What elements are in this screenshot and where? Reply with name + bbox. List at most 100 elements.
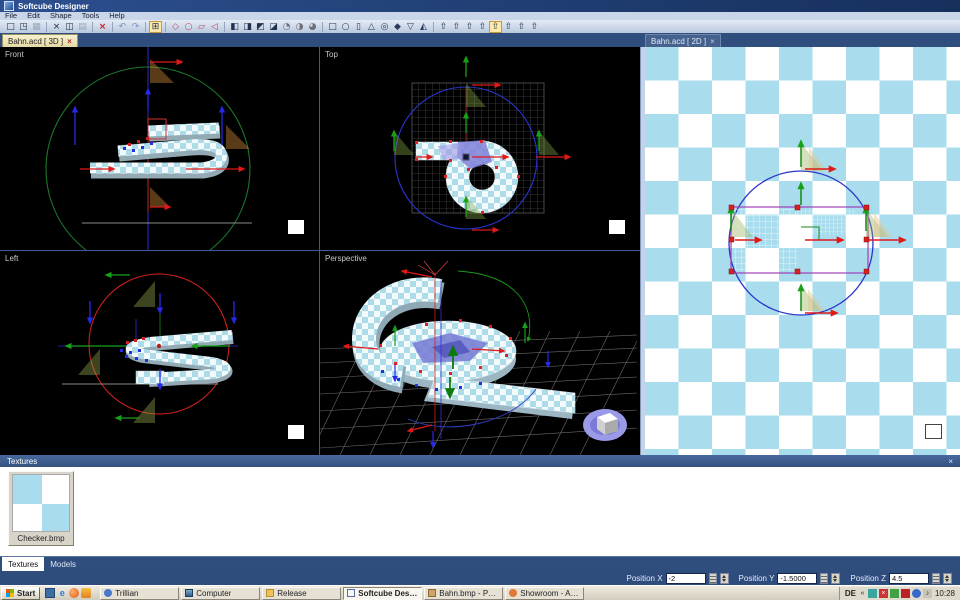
field-options-button[interactable]: [709, 573, 717, 584]
hidden-icons-chevron[interactable]: «: [859, 589, 866, 598]
viewport-maximize-button[interactable]: [288, 425, 304, 439]
primitive-wedge-icon[interactable]: ▽: [404, 21, 417, 33]
network-tray-icon[interactable]: [890, 589, 899, 598]
camera-view-1-icon[interactable]: ◔: [280, 21, 293, 33]
primitive-diamond-icon[interactable]: ◆: [391, 21, 404, 33]
computer-task-button[interactable]: Computer: [181, 587, 260, 600]
rotate-tool-icon[interactable]: ○: [182, 21, 195, 33]
close-tab-icon[interactable]: ×: [67, 37, 72, 46]
edit-points-icon[interactable]: ◇: [169, 21, 182, 33]
menu-item[interactable]: Shape: [45, 12, 77, 20]
spinner[interactable]: [943, 573, 952, 584]
transform-up-8-icon[interactable]: ⇧: [528, 21, 541, 33]
tab-models[interactable]: Models: [44, 557, 82, 571]
field-options-button[interactable]: [932, 573, 940, 584]
tab-bahn-2d[interactable]: Bahn.acd [ 2D ] ×: [645, 34, 721, 47]
extrude-tool-icon[interactable]: ◧: [228, 21, 241, 33]
boolean-tool-icon[interactable]: ◪: [267, 21, 280, 33]
primitive-torus-icon[interactable]: ◎: [378, 21, 391, 33]
open-file-icon[interactable]: ◳: [17, 21, 30, 33]
panel-tab-strip: TexturesModels: [0, 556, 960, 571]
primitive-sphere-icon[interactable]: ○: [339, 21, 352, 33]
tab-bahn-3d[interactable]: Bahn.acd [ 3D ] ×: [2, 34, 78, 47]
viewport-maximize-button[interactable]: [288, 220, 304, 234]
position-input[interactable]: -2: [666, 573, 706, 584]
camera-view-3-icon[interactable]: ◕: [306, 21, 319, 33]
new-file-icon[interactable]: □: [4, 21, 17, 33]
primitive-prism-icon[interactable]: ◭: [417, 21, 430, 33]
separator[interactable]: [46, 22, 47, 32]
position-input[interactable]: 4.5: [889, 573, 929, 584]
tab-textures[interactable]: Textures: [2, 557, 44, 571]
separator[interactable]: [165, 22, 166, 32]
paste-icon[interactable]: ▤: [76, 21, 89, 33]
close-tab-icon[interactable]: ×: [710, 37, 715, 46]
separator[interactable]: [224, 22, 225, 32]
internet-explorer-icon[interactable]: e: [57, 588, 67, 598]
menu-item[interactable]: Tools: [77, 12, 105, 20]
menu-item[interactable]: Edit: [22, 12, 45, 20]
start-label: Start: [17, 589, 35, 598]
undo-icon[interactable]: ↶: [116, 21, 129, 33]
2d-view-button[interactable]: [925, 424, 942, 439]
menu-item[interactable]: Help: [104, 12, 129, 20]
cut-icon[interactable]: ×: [50, 21, 63, 33]
texture-2d-view[interactable]: [645, 47, 960, 455]
separator[interactable]: [112, 22, 113, 32]
transform-up-6-icon[interactable]: ⇧: [502, 21, 515, 33]
viewport-front[interactable]: Front: [0, 47, 319, 250]
transform-up-1-icon[interactable]: ⇧: [437, 21, 450, 33]
firefox-icon[interactable]: [69, 588, 79, 598]
volume-tray-icon[interactable]: ♪: [923, 589, 932, 598]
media-player-icon[interactable]: [81, 588, 91, 598]
separator[interactable]: [322, 22, 323, 32]
primitive-cylinder-icon[interactable]: ▯: [352, 21, 365, 33]
viewport-top[interactable]: Top: [320, 47, 640, 250]
viewport-left[interactable]: Left: [0, 251, 319, 455]
primitive-cone-icon[interactable]: △: [365, 21, 378, 33]
mirror-tool-icon[interactable]: ◁: [208, 21, 221, 33]
copy-icon[interactable]: ◫: [63, 21, 76, 33]
close-panel-icon[interactable]: ×: [948, 457, 953, 466]
language-indicator[interactable]: DE: [845, 589, 856, 598]
messenger-tray-icon[interactable]: [868, 589, 877, 598]
transform-up-2-icon[interactable]: ⇧: [450, 21, 463, 33]
showroom-task-button[interactable]: Showroom - Aktuelle Arb...: [505, 587, 584, 600]
document-tab-strip: Bahn.acd [ 3D ] × Bahn.acd [ 2D ] ×: [0, 33, 960, 47]
separator[interactable]: [433, 22, 434, 32]
viewport-layout-icon[interactable]: ⊞: [149, 21, 162, 33]
antivirus-tray-icon[interactable]: [901, 589, 910, 598]
camera-view-2-icon[interactable]: ◑: [293, 21, 306, 33]
position-input[interactable]: -1.5000: [777, 573, 817, 584]
transform-up-5-icon[interactable]: ⇧: [489, 21, 502, 33]
front-viewport-canvas: [0, 47, 319, 250]
viewport-maximize-button[interactable]: [609, 220, 625, 234]
release-task-button[interactable]: Release: [262, 587, 341, 600]
field-options-button[interactable]: [820, 573, 828, 584]
save-file-icon[interactable]: ▦: [30, 21, 43, 33]
scale-tool-icon[interactable]: ▱: [195, 21, 208, 33]
alert-tray-icon[interactable]: ×: [879, 589, 888, 598]
redo-icon[interactable]: ↷: [129, 21, 142, 33]
menu-item[interactable]: File: [0, 12, 22, 20]
primitive-box-icon[interactable]: □: [326, 21, 339, 33]
texture-item[interactable]: Checker.bmp: [8, 471, 74, 546]
transform-up-4-icon[interactable]: ⇧: [476, 21, 489, 33]
separator[interactable]: [145, 22, 146, 32]
position-label: Position Z: [850, 574, 886, 583]
spinner[interactable]: [831, 573, 840, 584]
trillian-task-button[interactable]: Trillian: [100, 587, 179, 600]
spinner[interactable]: [720, 573, 729, 584]
bevel-tool-icon[interactable]: ◩: [254, 21, 267, 33]
paint-task-button[interactable]: Bahn.bmp - Paint: [424, 587, 503, 600]
start-button[interactable]: Start: [1, 587, 40, 600]
inset-tool-icon[interactable]: ◨: [241, 21, 254, 33]
transform-up-7-icon[interactable]: ⇧: [515, 21, 528, 33]
delete-icon[interactable]: ×: [96, 21, 109, 33]
show-desktop-icon[interactable]: [45, 588, 55, 598]
transform-up-3-icon[interactable]: ⇧: [463, 21, 476, 33]
viewport-perspective[interactable]: Perspective: [320, 251, 640, 455]
softcube-designer-task-button[interactable]: Softcube Designer: [343, 587, 422, 600]
update-tray-icon[interactable]: [912, 589, 921, 598]
separator[interactable]: [92, 22, 93, 32]
